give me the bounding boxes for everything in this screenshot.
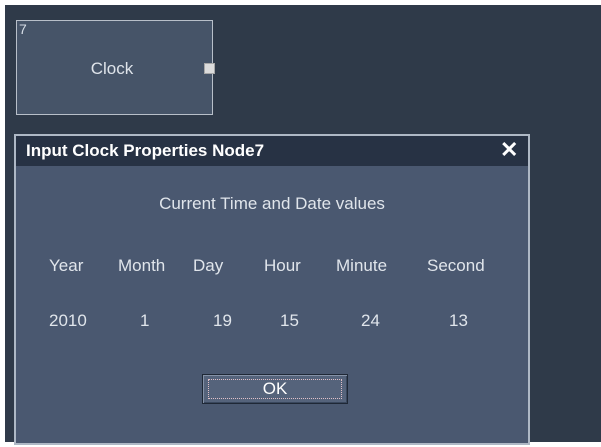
second-label: Second: [427, 256, 485, 275]
node-id: 7: [19, 21, 27, 37]
node-title: Clock: [90, 59, 134, 78]
year-label: Year: [49, 256, 84, 275]
node-canvas: 7 Clock Input Clock Properties Node7 ✕ C…: [5, 5, 601, 445]
hour-value: 15: [280, 311, 299, 330]
clock-node[interactable]: 7 Clock: [16, 20, 215, 115]
dialog-title: Input Clock Properties Node7: [26, 141, 265, 160]
month-label: Month: [118, 256, 166, 275]
minute-label: Minute: [336, 256, 388, 275]
hour-label: Hour: [264, 256, 301, 275]
second-value: 13: [449, 311, 468, 330]
month-value: 1: [140, 311, 150, 330]
ok-button[interactable]: OK: [202, 374, 348, 404]
properties-dialog: Input Clock Properties Node7 ✕ Current T…: [14, 134, 530, 445]
minute-value: 24: [361, 311, 380, 330]
year-value: 2010: [49, 311, 87, 330]
focus-ring: [208, 379, 342, 399]
dialog-titlebar[interactable]: Input Clock Properties Node7 ✕: [16, 136, 528, 166]
dialog-subtitle: Current Time and Date values: [159, 194, 385, 213]
close-icon[interactable]: ✕: [500, 138, 518, 162]
day-label: Day: [193, 256, 224, 275]
day-value: 19: [213, 311, 232, 330]
output-port[interactable]: [204, 63, 215, 74]
